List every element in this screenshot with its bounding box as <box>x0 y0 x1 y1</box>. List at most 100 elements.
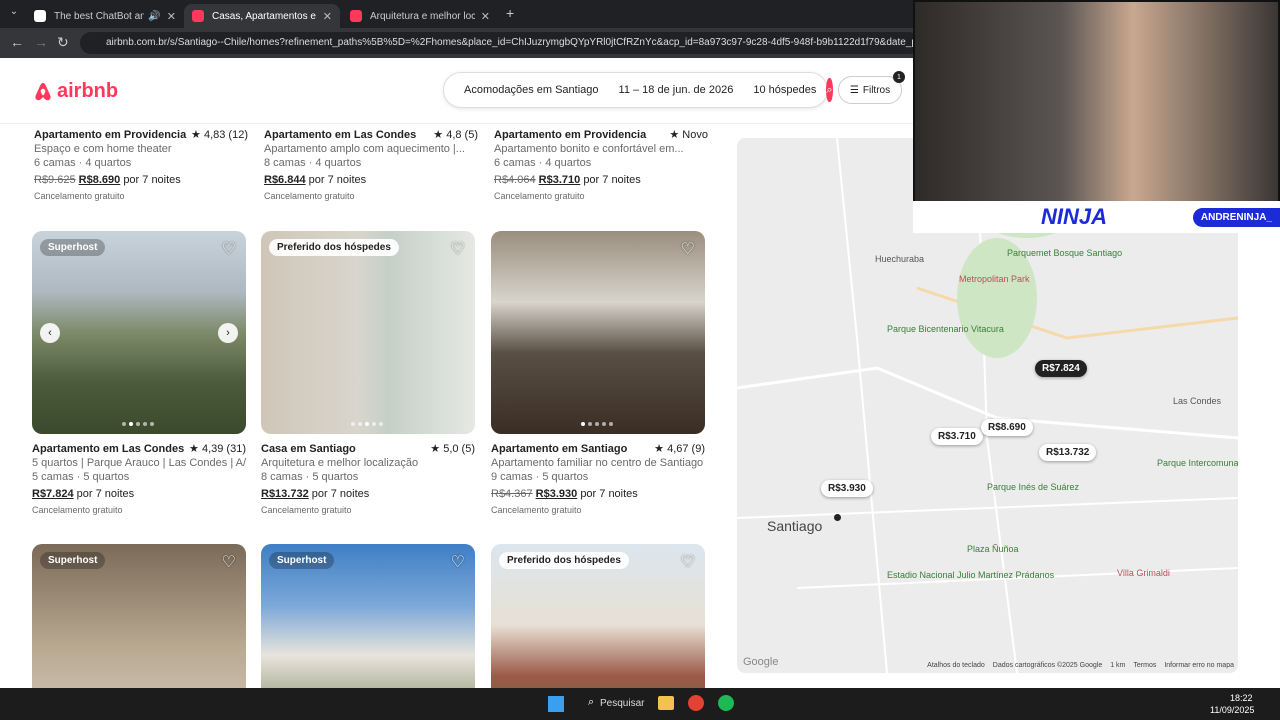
listing-photo[interactable]: Superhost ♡ <box>32 544 246 688</box>
price[interactable]: R$3.710 <box>539 174 581 186</box>
listing-title: Apartamento em Providencia <box>34 129 187 141</box>
tab-title: The best ChatBot and Widg <box>54 10 145 22</box>
listing-title: Apartamento em Las Condes <box>32 443 185 455</box>
listing-card[interactable]: Superhost ♡ <box>32 544 246 688</box>
heart-icon[interactable]: ♡ <box>451 552 465 572</box>
listing-card[interactable]: Superhost ♡ <box>261 544 475 688</box>
search-icon[interactable]: ⌕ <box>588 696 594 709</box>
search-icon: ⌕ <box>826 83 833 96</box>
price[interactable]: R$7.824 <box>32 488 74 500</box>
file-explorer-icon[interactable] <box>658 696 674 710</box>
clock-date[interactable]: 11/09/2025 <box>1210 705 1254 715</box>
listing-card[interactable]: Preferido dos hóspedes ♡ <box>491 544 705 688</box>
superhost-badge: Superhost <box>40 239 106 256</box>
search-button[interactable]: ⌕ <box>826 78 833 102</box>
terms-link[interactable]: Termos <box>1133 662 1156 669</box>
airbnb-logo-icon <box>35 82 51 100</box>
listing-rating: ★ 4,67 (9) <box>654 443 705 455</box>
guest-favorite-badge: Preferido dos hóspedes <box>499 552 629 569</box>
superhost-badge: Superhost <box>40 552 106 569</box>
cancellation-note: Cancelamento gratuito <box>34 191 125 201</box>
close-tab-icon[interactable]: ✕ <box>323 10 332 23</box>
listing-card[interactable]: Superhost ♡ ‹ › Apartamento em Las Conde… <box>32 231 246 517</box>
cancellation-note: Cancelamento gratuito <box>32 505 123 515</box>
logo-text: airbnb <box>57 80 119 102</box>
price-period: por 7 noites <box>311 488 370 500</box>
search-bar[interactable]: Acomodações em Santiago 11 – 18 de jun. … <box>443 72 833 108</box>
back-icon[interactable]: ← <box>10 34 24 50</box>
listing-card[interactable]: ♡ Apartamento em Santiago ★ 4,67 (9) Apar… <box>491 231 705 517</box>
taskbar: ⌕ Pesquisar 18:22 11/09/2025 <box>0 688 1280 720</box>
old-price: R$4.367 <box>491 488 533 500</box>
airbnb-favicon-icon <box>350 10 362 22</box>
windows-start-icon[interactable] <box>548 696 564 712</box>
listing-rating: ★ 4,83 (12) <box>191 129 248 141</box>
tab-title: Arquitetura e melhor localizaçã <box>370 10 475 22</box>
heart-icon[interactable]: ♡ <box>681 552 695 572</box>
taskbar-search[interactable]: Pesquisar <box>600 698 644 709</box>
listing-description: Espaço e com home theater <box>34 143 172 155</box>
listing-beds: 6 camas · 4 quartos <box>494 157 592 169</box>
tab-list-button[interactable]: ⌄ <box>6 6 22 22</box>
dates-field[interactable]: 11 – 18 de jun. de 2026 <box>609 84 744 96</box>
price[interactable]: R$8.690 <box>79 174 121 186</box>
chrome-icon[interactable] <box>688 695 704 711</box>
old-price: R$9.625 <box>34 174 76 186</box>
listing-card[interactable]: Apartamento em Providencia ★ Novo Apartam… <box>494 128 708 203</box>
listing-description: Arquitetura e melhor localização <box>261 457 419 469</box>
guests-field[interactable]: 10 hóspedes <box>743 84 826 96</box>
ninja-logo: NINJA <box>1041 204 1108 229</box>
heart-icon[interactable]: ♡ <box>222 239 236 259</box>
stream-banner: NINJA ANDRENINJA_ <box>913 201 1280 233</box>
heart-icon[interactable]: ♡ <box>681 239 695 259</box>
filters-button[interactable]: ☰ Filtros 1 <box>838 71 905 104</box>
price-marker[interactable]: R$3.930 <box>821 480 873 497</box>
browser-tab[interactable]: The best ChatBot and Widg 🔊 ✕ <box>26 4 184 28</box>
listing-beds: 8 camas · 4 quartos <box>264 157 362 169</box>
price[interactable]: R$6.844 <box>264 174 306 186</box>
listing-photo[interactable]: Superhost ♡ ‹ › <box>32 231 246 434</box>
map-label: Metropolitan Park <box>959 274 1030 284</box>
close-tab-icon[interactable]: ✕ <box>481 10 490 23</box>
browser-tab-active[interactable]: Casas, Apartamentos e Alugué ✕ <box>184 4 340 28</box>
heart-icon[interactable]: ♡ <box>451 239 465 259</box>
price-marker[interactable]: R$8.690 <box>981 419 1033 436</box>
listing-photo[interactable]: Superhost ♡ <box>261 544 475 688</box>
url-bar[interactable]: airbnb.com.br/s/Santiago--Chile/homes?re… <box>80 32 920 54</box>
forward-icon[interactable]: → <box>34 34 48 50</box>
photo-dots <box>581 422 613 426</box>
clock-time[interactable]: 18:22 <box>1230 693 1253 703</box>
heart-icon[interactable]: ♡ <box>222 552 236 572</box>
webcam-video <box>915 2 1278 201</box>
report-error-link[interactable]: Informar erro no mapa <box>1164 662 1234 669</box>
price-marker[interactable]: R$3.710 <box>931 428 983 445</box>
close-tab-icon[interactable]: ✕ <box>167 10 176 23</box>
listing-photo[interactable]: Preferido dos hóspedes ♡ <box>491 544 705 688</box>
new-tab-icon[interactable]: + <box>506 5 514 21</box>
filters-count-badge: 1 <box>893 71 905 83</box>
audio-icon[interactable]: 🔊 <box>148 11 160 22</box>
streamer-handle: ANDRENINJA_ <box>1192 207 1280 227</box>
prev-photo-icon[interactable]: ‹ <box>40 323 60 343</box>
price[interactable]: R$13.732 <box>261 488 309 500</box>
browser-tab[interactable]: Arquitetura e melhor localizaçã ✕ <box>342 4 498 28</box>
listing-card[interactable]: Apartamento em Las Condes ★ 4,8 (5) Apart… <box>264 128 478 203</box>
reload-icon[interactable]: ↻ <box>57 34 69 51</box>
listing-card[interactable]: Preferido dos hóspedes ♡ Casa em Santiag… <box>261 231 475 517</box>
cancellation-note: Cancelamento gratuito <box>261 505 352 515</box>
listing-card[interactable]: Apartamento em Providencia ★ 4,83 (12) Es… <box>34 128 248 203</box>
price-marker[interactable]: R$13.732 <box>1039 444 1097 461</box>
listing-description: Apartamento bonito e confortável em... <box>494 143 684 155</box>
spotify-icon[interactable] <box>718 695 734 711</box>
listing-photo[interactable]: Preferido dos hóspedes ♡ <box>261 231 475 434</box>
next-photo-icon[interactable]: › <box>218 323 238 343</box>
map-label: Las Condes <box>1173 396 1222 406</box>
location-field[interactable]: Acomodações em Santiago <box>454 84 609 96</box>
photo-dots <box>351 422 383 426</box>
price-marker[interactable]: R$7.824 <box>1035 360 1087 377</box>
keyboard-shortcuts-link[interactable]: Atalhos do teclado <box>927 662 985 669</box>
listing-photo[interactable]: ♡ <box>491 231 705 434</box>
price[interactable]: R$3.930 <box>536 488 578 500</box>
airbnb-logo[interactable]: airbnb <box>32 80 118 103</box>
price-period: por 7 noites <box>308 174 367 186</box>
